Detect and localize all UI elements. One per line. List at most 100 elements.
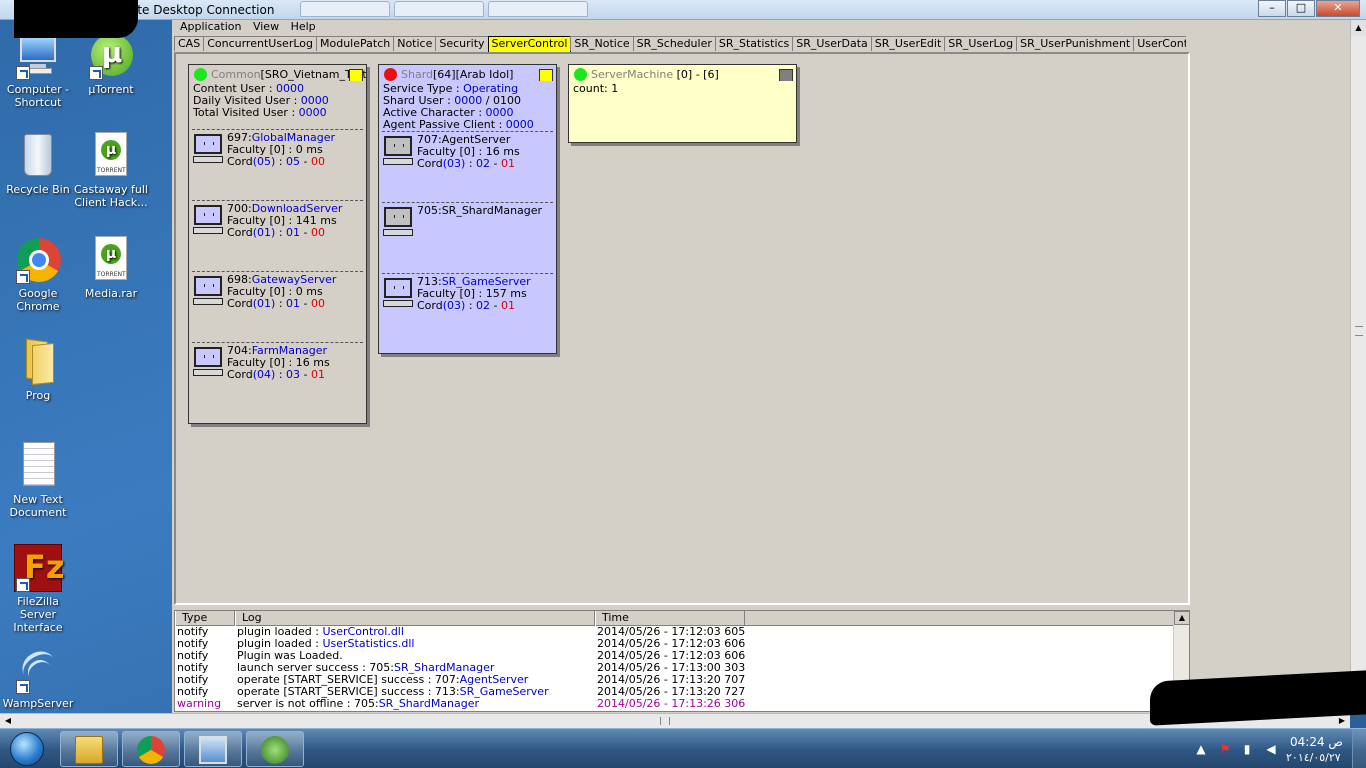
menu-help[interactable]: Help <box>291 21 316 32</box>
menu-application[interactable]: Application <box>180 21 241 32</box>
log-panel: Type Log Time notify plugin loaded : User… <box>174 610 1190 712</box>
server-pc-icon <box>193 276 223 306</box>
scroll-up-icon[interactable]: ▲ <box>1174 611 1189 625</box>
desktop-icon-wampserver[interactable]: WampServer <box>0 645 76 710</box>
agent-passive-value: 0000 <box>505 118 534 131</box>
start-button[interactable] <box>4 730 50 768</box>
tab-cas[interactable]: CAS <box>174 36 205 51</box>
tab-sr-user-data[interactable]: SR_UserData <box>792 36 872 51</box>
tab-server-control[interactable]: ServerControl <box>487 36 572 52</box>
scroll-up-icon[interactable]: ▲ <box>1351 20 1366 36</box>
torrent-file-icon: µ TORRENT <box>87 132 135 180</box>
common-card[interactable]: Common[SRO_Vietnam_TestL Content User : … <box>188 64 367 424</box>
taskbar-explorer[interactable] <box>60 731 118 767</box>
desktop-icon-media-rar[interactable]: µ TORRENT Media.rar <box>73 236 149 300</box>
taskbar-network-tool[interactable] <box>246 731 304 767</box>
desktop-icon-label: Computer - Shortcut <box>6 83 70 109</box>
scroll-grip-icon[interactable] <box>660 717 670 725</box>
tab-user-control[interactable]: UserControl <box>1133 36 1186 51</box>
windows-logo-icon <box>10 732 44 766</box>
scroll-left-icon[interactable]: ◀ <box>0 714 16 728</box>
tab-security[interactable]: Security <box>435 36 489 51</box>
clock-date[interactable]: ٢٠١٤/٠٥/٢٧ <box>1286 751 1341 764</box>
service-shard-manager[interactable]: 705:SR_ShardManager <box>379 203 556 273</box>
service-farm-manager[interactable]: 704:FarmManager Faculty [0] : 16 ms Cord… <box>189 343 366 413</box>
log-header-log[interactable]: Log <box>235 611 595 626</box>
tab-sr-user-punishment[interactable]: SR_UserPunishment <box>1016 36 1135 51</box>
tab-concurrent-user-log[interactable]: ConcurrentUserLog <box>203 36 317 51</box>
shard-card[interactable]: Shard[64][Arab Idol] Service Type : Oper… <box>378 64 557 354</box>
window-controls: – □ ✕ <box>1257 0 1360 18</box>
wampserver-icon <box>14 645 62 694</box>
taskbar-remote-desktop[interactable] <box>184 731 242 767</box>
redacted-area <box>14 0 138 38</box>
machine-range: [0] - [6] <box>673 68 719 81</box>
tab-sr-statistics[interactable]: SR_Statistics <box>714 36 794 51</box>
status-flag-icon[interactable] <box>349 69 363 81</box>
server-pc-icon <box>193 134 223 164</box>
menu-bar: Application View Help <box>172 20 1350 34</box>
desktop-icon-filezilla[interactable]: Fz FileZilla Server Interface <box>0 544 76 634</box>
chrome-icon <box>137 736 165 764</box>
filezilla-icon: Fz <box>14 544 64 592</box>
taskbar-chrome[interactable] <box>122 731 180 767</box>
computer-icon <box>14 32 62 80</box>
tab-notice[interactable]: Notice <box>393 36 437 51</box>
network-signal-icon[interactable]: ▮ <box>1240 742 1254 756</box>
horizontal-scrollbar[interactable]: ◀ ▶ <box>0 713 1350 728</box>
service-name: SR_ShardManager <box>441 204 543 217</box>
tab-sr-scheduler[interactable]: SR_Scheduler <box>632 36 716 51</box>
clock-time[interactable]: 04:24 ص <box>1290 735 1343 749</box>
desktop-icon-chrome[interactable]: Google Chrome <box>0 236 76 313</box>
window-titlebar[interactable]: ote Desktop Connection – □ ✕ <box>0 0 1366 20</box>
desktop-icon-label: FileZilla Server Interface <box>13 595 63 634</box>
scroll-grip-icon[interactable] <box>1355 326 1363 336</box>
volume-icon[interactable]: ◀ <box>1264 742 1278 756</box>
folder-icon <box>75 736 103 764</box>
desktop-icon-computer[interactable]: Computer - Shortcut <box>0 32 76 109</box>
desktop-icon-prog[interactable]: Prog <box>0 338 76 402</box>
log-rows: notify plugin loaded : UserControl.dll 201… <box>175 626 1189 710</box>
card-type-label: Common <box>211 68 261 81</box>
service-download-server[interactable]: 700:DownloadServer Faculty [0] : 141 ms … <box>189 201 366 271</box>
tab-module-patch[interactable]: ModulePatch <box>316 36 395 51</box>
service-gateway-server[interactable]: 698:GatewayServer Faculty [0] : 0 ms Cor… <box>189 272 366 342</box>
minimize-button[interactable]: – <box>1258 0 1286 17</box>
tab-sr-user-edit[interactable]: SR_UserEdit <box>870 36 946 51</box>
server-pc-icon <box>383 278 413 308</box>
log-header: Type Log Time <box>175 611 1189 626</box>
card-info: Service Type : Operating Shard User : 00… <box>383 82 534 131</box>
action-center-flag-icon[interactable]: ⚑ <box>1218 742 1232 756</box>
desktop-icon-castaway[interactable]: µ TORRENT Castaway full Client Hack... <box>73 132 149 209</box>
scroll-right-icon[interactable]: ▶ <box>1334 714 1350 728</box>
vertical-scrollbar[interactable]: ▲ <box>1350 20 1366 713</box>
log-row[interactable]: warning server is not offline : 705:SR_Sh… <box>175 698 1189 710</box>
desktop-icon-label: Castaway full Client Hack... <box>74 183 148 209</box>
recycle-bin-icon <box>14 132 62 180</box>
machine-count: count: 1 <box>573 82 619 95</box>
maximize-button[interactable]: □ <box>1287 0 1315 17</box>
log-header-time[interactable]: Time <box>595 611 745 626</box>
desktop-icon-new-text[interactable]: New Text Document <box>0 442 76 519</box>
server-machine-card[interactable]: ServerMachine [0] - [6] count: 1 <box>568 64 797 143</box>
card-name: [64][Arab Idol] <box>433 68 514 81</box>
service-game-server[interactable]: 713:SR_GameServer Faculty [0] : 157 ms C… <box>379 274 556 344</box>
system-tray: ▲ ⚑ ▮ ◀ 04:24 ص ٢٠١٤/٠٥/٢٧ <box>1166 729 1366 768</box>
desktop-icon-utorrent[interactable]: µ µTorrent <box>73 32 149 96</box>
show-desktop-button[interactable] <box>1352 729 1366 768</box>
show-hidden-icons-icon[interactable]: ▲ <box>1194 742 1208 756</box>
status-offline-icon <box>384 68 397 81</box>
menu-view[interactable]: View <box>253 21 279 32</box>
tab-sr-notice[interactable]: SR_Notice <box>570 36 634 51</box>
card-type-label: ServerMachine <box>591 68 674 81</box>
server-manager-app: Application View Help CAS ConcurrentUserL… <box>172 20 1350 713</box>
service-agent-server[interactable]: 707:AgentServer Faculty [0] : 16 ms Cord… <box>379 132 556 202</box>
service-global-manager[interactable]: 697:GlobalManager Faculty [0] : 0 ms Cor… <box>189 130 366 200</box>
status-flag-icon[interactable] <box>539 69 553 81</box>
status-flag-icon[interactable] <box>779 69 793 81</box>
close-button[interactable]: ✕ <box>1316 0 1360 17</box>
log-header-type[interactable]: Type <box>175 611 235 626</box>
server-pc-icon <box>383 136 413 166</box>
desktop-icon-recycle-bin[interactable]: Recycle Bin <box>0 132 76 196</box>
tab-sr-user-log[interactable]: SR_UserLog <box>944 36 1018 51</box>
